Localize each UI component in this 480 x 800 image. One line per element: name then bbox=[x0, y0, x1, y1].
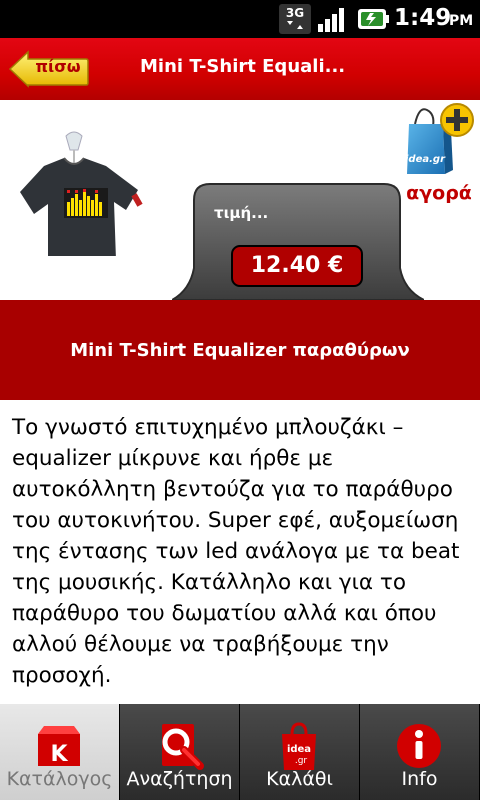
basket-icon: idea .gr bbox=[282, 722, 316, 770]
product-description: Το γνωστό επιτυχημένο μπλουζάκι – equali… bbox=[12, 415, 460, 688]
tab-basket-label: Καλάθι bbox=[266, 768, 333, 790]
tab-search-label: Αναζήτηση bbox=[126, 768, 233, 790]
product-image[interactable] bbox=[14, 128, 160, 260]
svg-text:3G: 3G bbox=[286, 6, 304, 20]
tab-search[interactable]: Αναζήτηση bbox=[120, 704, 239, 800]
tab-catalog[interactable]: K Κατάλογος bbox=[0, 704, 119, 800]
product-title-band: Mini T-Shirt Equalizer παραθύρων bbox=[0, 300, 480, 400]
svg-text:K: K bbox=[50, 742, 68, 767]
tab-info-label: Info bbox=[401, 768, 438, 790]
network-3g-icon: 3G bbox=[279, 4, 311, 34]
tab-basket[interactable]: idea .gr Καλάθι bbox=[240, 704, 359, 800]
tshirt-image bbox=[20, 131, 143, 260]
clock-time: 1:49 bbox=[394, 5, 452, 31]
svg-text:.gr: .gr bbox=[295, 756, 308, 766]
back-button[interactable]: πίσω bbox=[8, 50, 90, 88]
svg-text:idea.gr: idea.gr bbox=[405, 154, 446, 165]
product-panel: idea.gr αγορά τιμή... 12.40 € bbox=[0, 100, 480, 300]
tab-catalog-label: Κατάλογος bbox=[6, 768, 113, 790]
product-title: Mini T-Shirt Equalizer παραθύρων bbox=[70, 340, 410, 361]
svg-text:idea: idea bbox=[287, 744, 311, 755]
tab-info[interactable]: Info bbox=[360, 704, 479, 800]
back-button-label: πίσω bbox=[35, 57, 81, 76]
search-icon bbox=[162, 724, 204, 770]
catalog-icon: K bbox=[38, 726, 80, 767]
bottom-tab-bar: K Κατάλογος Αναζήτηση idea .gr Καλάθι In… bbox=[0, 704, 480, 800]
screen: 3G 1:49 PM πίσω Mini T-Shirt Equali... i… bbox=[0, 0, 480, 800]
page-title: Mini T-Shirt Equali... bbox=[140, 56, 346, 77]
signal-icon bbox=[316, 4, 350, 34]
status-bar: 3G 1:49 PM bbox=[0, 0, 480, 38]
clock-ampm: PM bbox=[449, 13, 474, 29]
price-box: τιμή... 12.40 € bbox=[172, 182, 424, 300]
price-label: τιμή... bbox=[214, 204, 269, 222]
app-header: πίσω Mini T-Shirt Equali... bbox=[0, 38, 480, 100]
battery-icon bbox=[356, 6, 390, 32]
price-value: 12.40 € bbox=[231, 245, 363, 287]
info-icon bbox=[397, 724, 441, 768]
shopping-bag-add-icon: idea.gr bbox=[405, 103, 474, 174]
